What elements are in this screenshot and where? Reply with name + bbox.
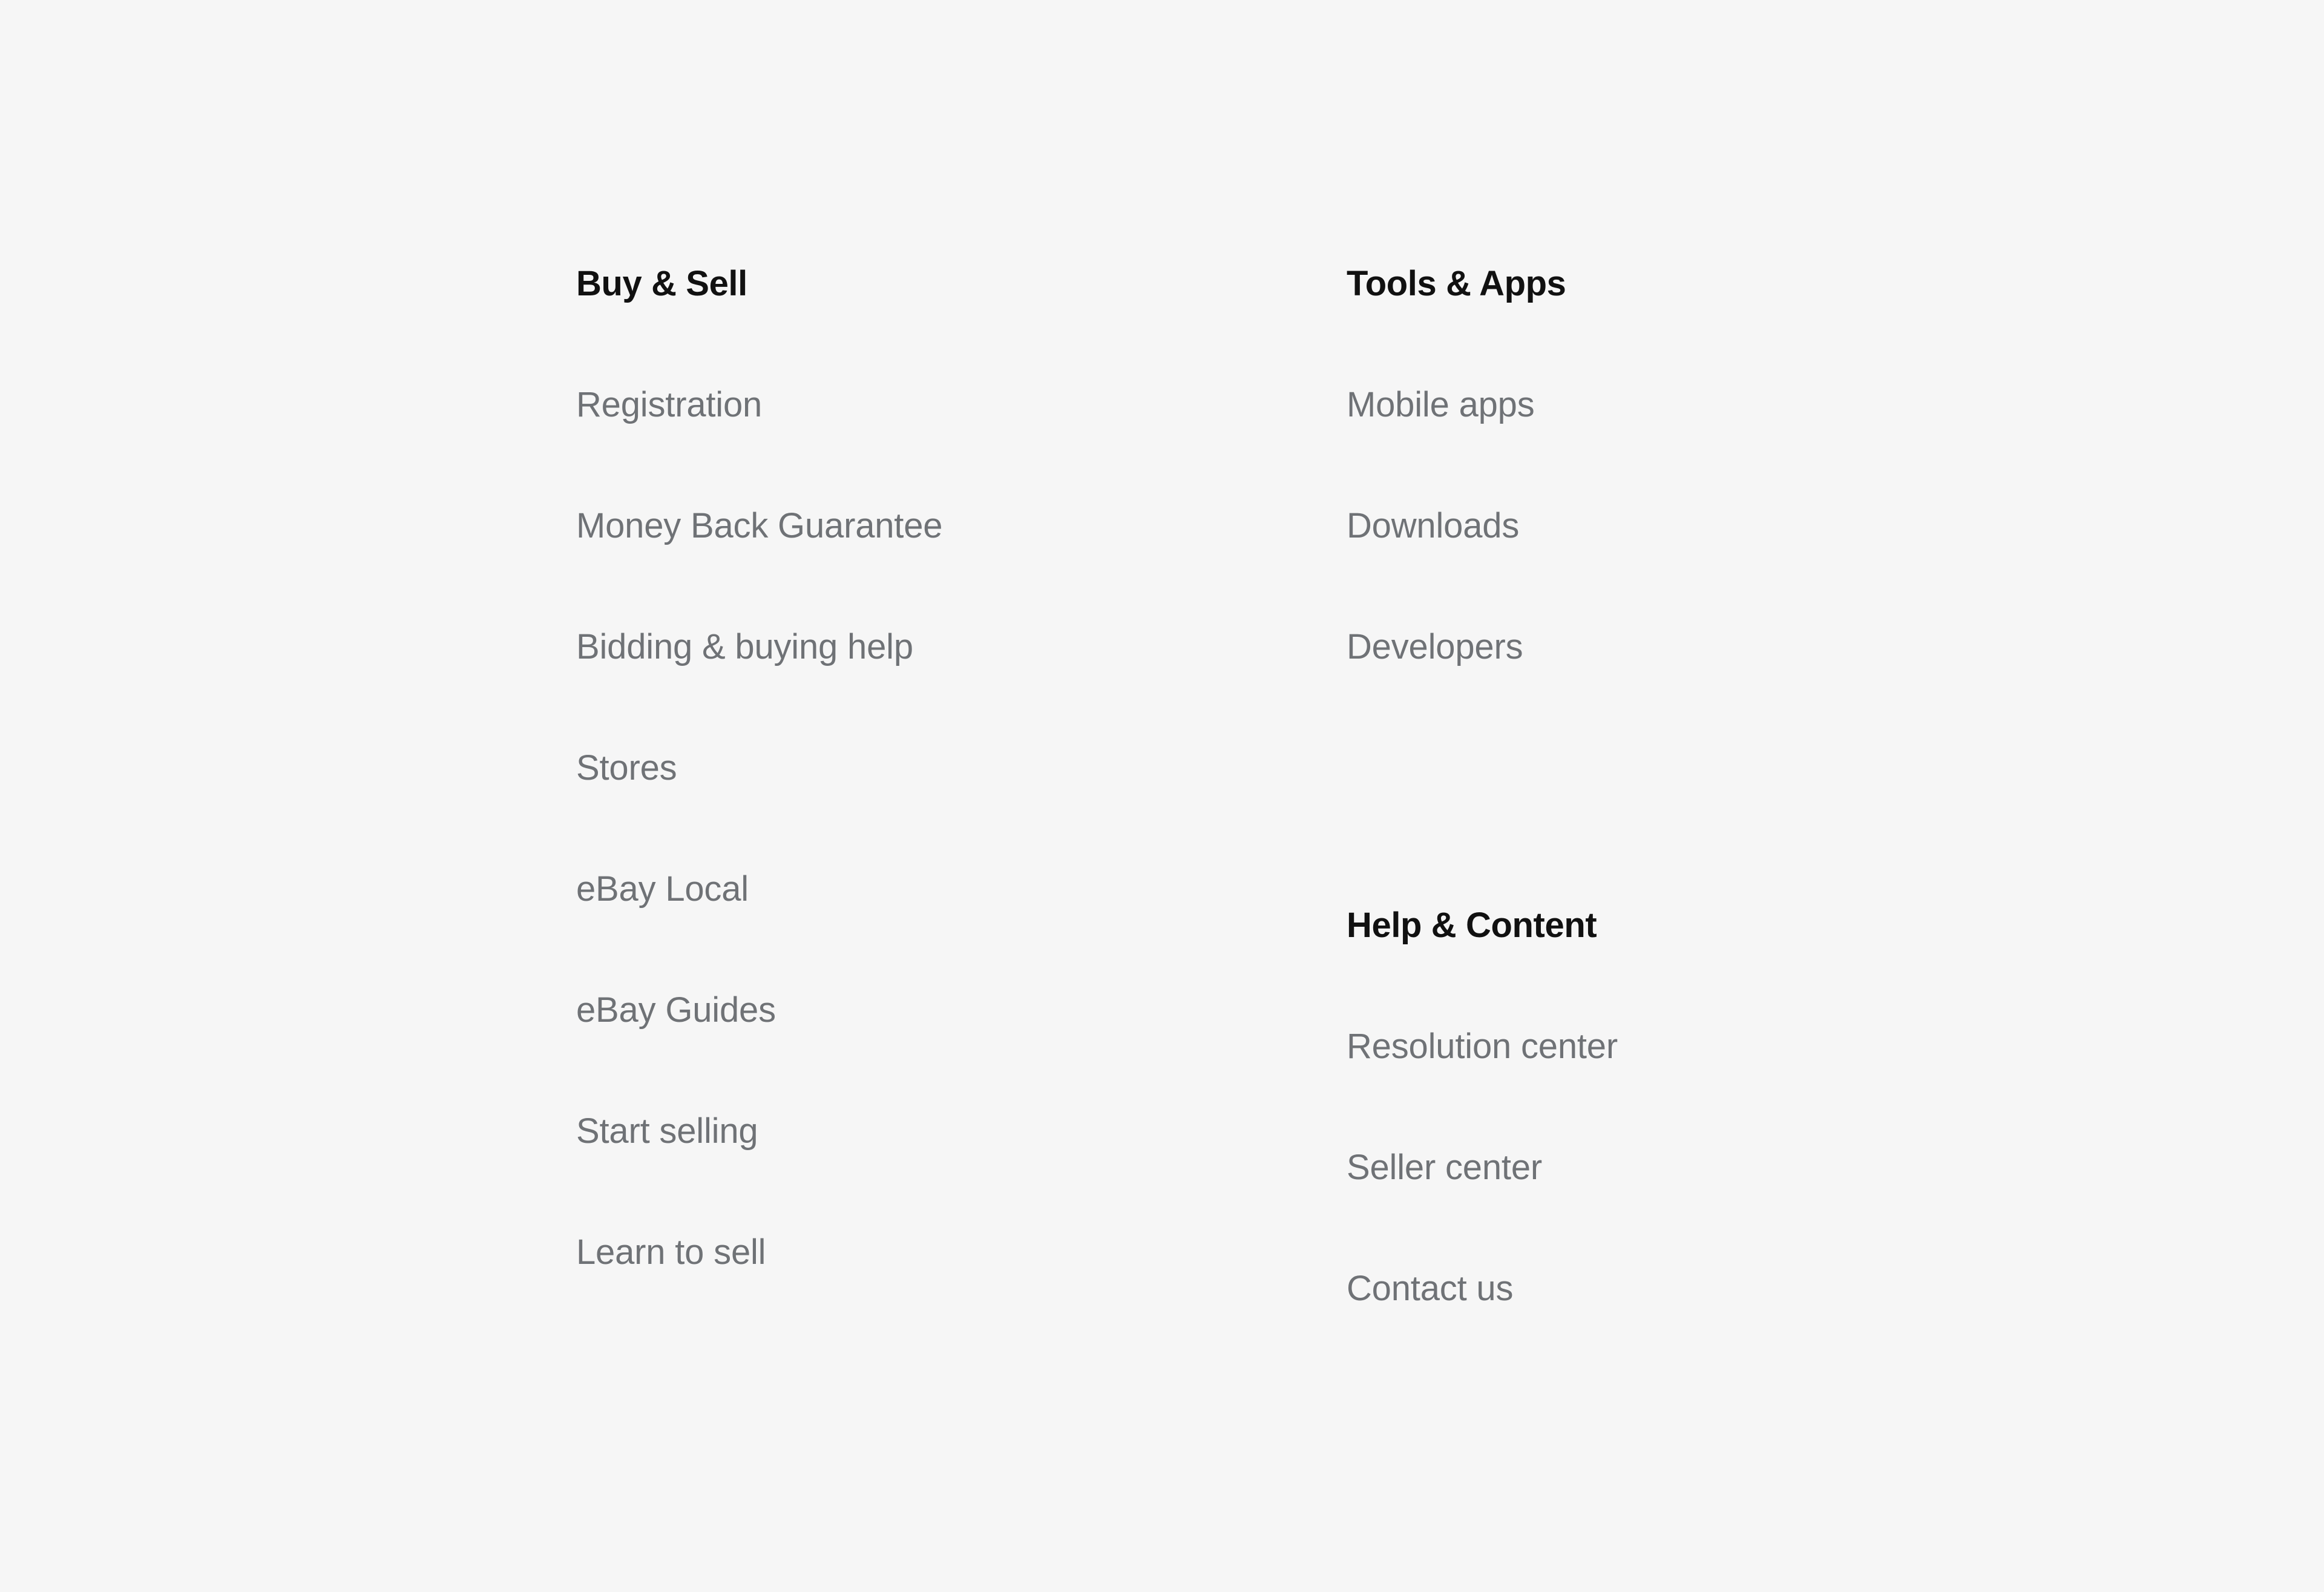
list-item: Money Back Guarantee [576, 508, 1290, 630]
list-item: Downloads [1347, 508, 2133, 630]
footer-column-tools-help: Tools & Apps Mobile apps Downloads Devel… [1347, 266, 2133, 1392]
list-item: Developers [1347, 630, 2133, 751]
footer-link-list-help-content: Resolution center Seller center Contact … [1347, 1029, 2133, 1392]
list-item: eBay Guides [576, 993, 1290, 1114]
list-item: Registration [576, 387, 1290, 508]
list-item: Bidding & buying help [576, 630, 1290, 751]
list-item: eBay Local [576, 872, 1290, 993]
footer-link-resolution-center[interactable]: Resolution center [1347, 1029, 2133, 1071]
list-item: Start selling [576, 1114, 1290, 1235]
footer-link-contact-us[interactable]: Contact us [1347, 1271, 2133, 1314]
footer-link-list-buy-sell: Registration Money Back Guarantee Biddin… [576, 387, 1290, 1356]
footer-link-list-tools-apps: Mobile apps Downloads Developers [1347, 387, 2133, 751]
footer-link-bidding-buying-help[interactable]: Bidding & buying help [576, 630, 1290, 672]
footer-heading-tools-apps: Tools & Apps [1347, 264, 1566, 303]
footer-link-learn-to-sell[interactable]: Learn to sell [576, 1235, 1290, 1277]
list-item: Mobile apps [1347, 387, 2133, 508]
footer-heading-buy-sell: Buy & Sell [576, 264, 747, 303]
footer-link-start-selling[interactable]: Start selling [576, 1114, 1290, 1156]
list-item: Stores [576, 751, 1290, 872]
footer-link-mobile-apps[interactable]: Mobile apps [1347, 387, 2133, 430]
footer-link-money-back-guarantee[interactable]: Money Back Guarantee [576, 508, 1290, 551]
list-item: Contact us [1347, 1271, 2133, 1392]
list-item: Seller center [1347, 1150, 2133, 1271]
footer-link-developers[interactable]: Developers [1347, 630, 2133, 672]
footer-link-ebay-local[interactable]: eBay Local [576, 872, 1290, 914]
footer-group-buy-sell: Buy & Sell Registration Money Back Guara… [576, 266, 1290, 1356]
footer-group-tools-apps: Tools & Apps Mobile apps Downloads Devel… [1347, 266, 2133, 751]
footer-link-stores[interactable]: Stores [576, 751, 1290, 793]
list-item: Learn to sell [576, 1235, 1290, 1356]
footer-link-registration[interactable]: Registration [576, 387, 1290, 430]
footer-heading-help-content: Help & Content [1347, 906, 1597, 945]
footer-link-downloads[interactable]: Downloads [1347, 508, 2133, 551]
footer-navigation: Buy & Sell Registration Money Back Guara… [0, 0, 2324, 1592]
list-item: Resolution center [1347, 1029, 2133, 1150]
footer-link-seller-center[interactable]: Seller center [1347, 1150, 2133, 1192]
footer-link-ebay-guides[interactable]: eBay Guides [576, 993, 1290, 1035]
footer-group-help-content: Help & Content Resolution center Seller … [1347, 908, 2133, 1392]
footer-column-buy-sell: Buy & Sell Registration Money Back Guara… [576, 266, 1290, 1356]
